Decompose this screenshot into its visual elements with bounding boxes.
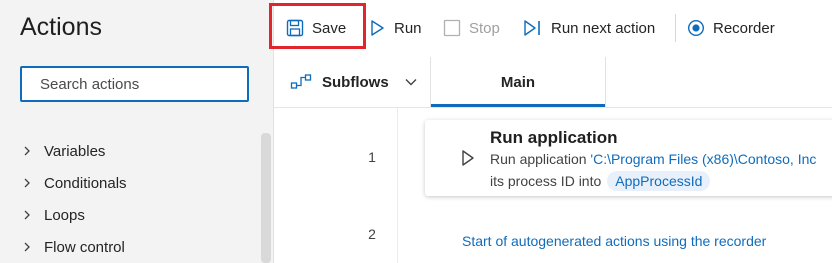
subflow-icon — [290, 74, 312, 89]
action-title: Run application — [490, 128, 618, 147]
action-description-text: its process ID into — [490, 173, 602, 189]
subflows-label: Subflows — [322, 73, 389, 91]
actions-scrollbar[interactable] — [261, 133, 271, 263]
subflows-dropdown[interactable]: Subflows — [290, 57, 419, 107]
run-label: Run — [394, 19, 422, 37]
action-description-line2: its process ID into AppProcessId — [490, 171, 711, 191]
category-variables[interactable]: Variables — [20, 139, 105, 163]
category-flow-control[interactable]: Flow control — [20, 235, 125, 259]
stop-label: Stop — [469, 19, 500, 37]
stop-button[interactable]: Stop — [443, 0, 500, 56]
tab-separator — [605, 57, 606, 107]
search-actions-input[interactable] — [22, 68, 247, 100]
category-loops[interactable]: Loops — [20, 203, 85, 227]
run-button[interactable]: Run — [370, 0, 422, 56]
run-next-action-label: Run next action — [551, 19, 656, 37]
chevron-right-icon — [24, 178, 30, 188]
step-next-icon — [524, 20, 540, 36]
tab-main-label: Main — [500, 73, 536, 91]
category-label: Flow control — [44, 238, 125, 256]
category-label: Loops — [44, 206, 85, 224]
chevron-right-icon — [24, 146, 30, 156]
gutter-divider — [397, 108, 398, 263]
stop-icon — [443, 19, 461, 37]
recorder-button[interactable]: Recorder — [687, 0, 775, 56]
play-icon — [371, 20, 384, 36]
chevron-right-icon — [24, 242, 30, 252]
variable-chip[interactable]: AppProcessId — [607, 171, 711, 191]
category-conditionals[interactable]: Conditionals — [20, 171, 127, 195]
actions-pane-title: Actions — [20, 13, 102, 41]
action-description-prefix: Run application — [490, 151, 591, 167]
action-description: Run application 'C:\Program Files (x86)\… — [490, 151, 816, 167]
chevron-down-icon — [405, 79, 417, 86]
line-number: 1 — [368, 149, 376, 165]
application-path: 'C:\Program Files (x86)\Contoso, Inc — [590, 151, 817, 167]
record-icon — [687, 19, 705, 37]
run-next-action-button[interactable]: Run next action — [523, 0, 655, 56]
save-highlight-box — [269, 3, 366, 49]
toolbar-separator — [675, 14, 676, 42]
search-actions-field[interactable] — [20, 66, 249, 102]
active-tab-indicator — [431, 104, 605, 107]
category-label: Conditionals — [44, 174, 127, 192]
recorder-comment[interactable]: Start of autogenerated actions using the… — [462, 233, 766, 249]
play-icon — [462, 150, 474, 166]
tab-main[interactable]: Main — [431, 57, 605, 107]
recorder-label: Recorder — [713, 19, 775, 37]
category-label: Variables — [44, 142, 106, 160]
chevron-right-icon — [24, 210, 30, 220]
line-number: 2 — [368, 226, 376, 242]
